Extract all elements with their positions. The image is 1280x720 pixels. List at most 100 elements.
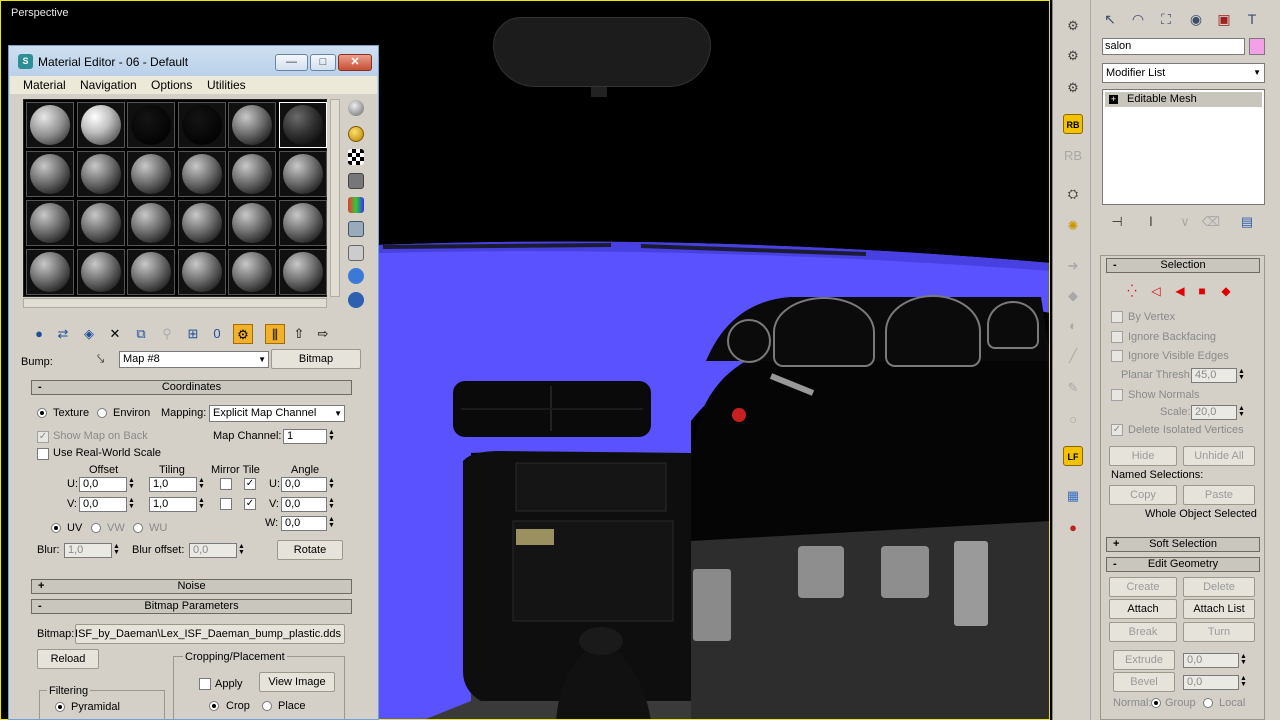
blur-offset-spinner[interactable]: 0,0 ▲ ▼ [189, 543, 245, 558]
edge-icon[interactable]: ◁ [1149, 284, 1163, 298]
close-button[interactable]: ✕ [338, 54, 372, 71]
quick-render-icon[interactable]: ⚙ [1063, 78, 1083, 98]
menu-material[interactable]: Material [23, 78, 66, 92]
show-end-result-icon[interactable]: ǀ [1141, 212, 1161, 232]
local-radio[interactable] [1203, 698, 1213, 708]
spinner-arrows-icon[interactable]: ▲ ▼ [197, 497, 206, 511]
material-sample-slot[interactable] [76, 151, 125, 197]
material-sample-slot[interactable] [76, 102, 125, 148]
minimize-button[interactable]: — [275, 54, 308, 71]
circle-icon[interactable]: ○ [1063, 410, 1083, 430]
show-end-result-icon[interactable]: ⫼ [265, 324, 285, 344]
stack-item-editable-mesh[interactable]: + Editable Mesh [1105, 92, 1262, 107]
spinner-arrows-icon[interactable]: ▲ ▼ [112, 543, 121, 557]
mapping-dropdown[interactable]: Explicit Map Channel ▼ [209, 405, 345, 422]
extrude-button[interactable]: Extrude [1113, 650, 1175, 670]
go-to-parent-icon[interactable]: ⇧ [289, 324, 309, 344]
vw-radio[interactable] [91, 523, 101, 533]
material-sample-slot[interactable] [278, 102, 327, 148]
render-icon[interactable]: ⚙ [1063, 16, 1083, 36]
configure-modifier-sets-icon[interactable]: ▤ [1237, 212, 1257, 232]
crop-radio[interactable] [209, 701, 219, 711]
show-map-in-viewport-icon[interactable]: ⚙ [233, 324, 253, 344]
u-angle-spinner[interactable]: 0,0 ▲ ▼ [281, 477, 335, 492]
v-tiling-spinner[interactable]: 1,0 ▲ ▼ [149, 497, 205, 512]
sphere-icon[interactable]: ● [1063, 518, 1083, 538]
ignore-visible-edges-checkbox[interactable] [1111, 350, 1123, 362]
face-icon[interactable]: ◀ [1173, 284, 1187, 298]
rotate-button[interactable]: Rotate [277, 540, 343, 560]
object-color-swatch[interactable] [1249, 38, 1265, 55]
utilities-tab-icon[interactable]: T [1241, 9, 1263, 29]
spinner-arrows-icon[interactable]: ▲ ▼ [327, 477, 336, 491]
line-icon[interactable]: ╱ [1063, 346, 1083, 366]
material-id-icon[interactable]: 0 [207, 324, 227, 344]
object-name-field[interactable]: salon [1102, 38, 1245, 55]
environ-radio[interactable] [97, 408, 107, 418]
material-sample-slot[interactable] [278, 151, 327, 197]
material-sample-slot[interactable] [228, 200, 276, 246]
maximize-button[interactable]: □ [310, 54, 336, 71]
material-sample-slot[interactable] [228, 151, 276, 197]
u-offset-spinner[interactable]: 0,0 ▲ ▼ [79, 477, 135, 492]
map-channel-spinner[interactable]: 1 ▲ ▼ [283, 429, 335, 444]
bitmap-path-button[interactable]: exISF_by_Daeman\Lex_ISF_Daeman_bump_plas… [75, 624, 345, 644]
reset-map-icon[interactable]: ✕ [105, 324, 125, 344]
options-icon[interactable] [348, 245, 364, 261]
grid-icon[interactable]: ▦ [1063, 486, 1083, 506]
material-sample-slot[interactable] [278, 200, 327, 246]
spinner-arrows-icon[interactable]: ▲ ▼ [1237, 405, 1246, 419]
scale-spinner[interactable]: 20,0 ▲ ▼ [1191, 405, 1245, 420]
spinner-arrows-icon[interactable]: ▲ ▼ [327, 429, 336, 443]
make-preview-icon[interactable] [348, 221, 364, 237]
map-name-dropdown[interactable]: Map #8 ▼ [119, 351, 269, 368]
material-sample-slot[interactable] [278, 249, 327, 295]
paste-button[interactable]: Paste [1183, 485, 1255, 505]
put-to-library-icon[interactable]: ⊞ [183, 324, 203, 344]
texture-radio[interactable] [37, 408, 47, 418]
modify-tab-icon[interactable]: ◠ [1127, 9, 1149, 29]
apply-checkbox[interactable] [199, 678, 211, 690]
motion-tab-icon[interactable]: ◉ [1185, 9, 1207, 29]
modifier-list-dropdown[interactable]: Modifier List ▼ [1102, 63, 1265, 83]
bitmap-params-rollout-header[interactable]: - Bitmap Parameters [31, 599, 352, 614]
spinner-arrows-icon[interactable]: ▲ ▼ [127, 477, 136, 491]
place-radio[interactable] [262, 701, 272, 711]
create-tab-icon[interactable]: ↖ [1099, 9, 1121, 29]
noise-rollout-header[interactable]: + Noise [31, 579, 352, 594]
spinner-arrows-icon[interactable]: ▲ ▼ [127, 497, 136, 511]
copy-button[interactable]: Copy [1109, 485, 1177, 505]
make-unique-icon[interactable]: ⚲ [157, 324, 177, 344]
selection-rollout-header[interactable]: - Selection [1106, 258, 1260, 273]
mirror-icon[interactable]: ◐ [1063, 316, 1083, 336]
v-angle-spinner[interactable]: 0,0 ▲ ▼ [281, 497, 335, 512]
v-tile-checkbox[interactable]: ✓ [244, 498, 256, 510]
pyramidal-radio[interactable] [55, 702, 65, 712]
spinner-arrows-icon[interactable]: ▲ ▼ [197, 477, 206, 491]
backlight-icon[interactable] [348, 126, 364, 142]
edit-geometry-rollout-header[interactable]: - Edit Geometry [1106, 557, 1260, 572]
make-copy-icon[interactable]: ⧉ [131, 324, 151, 344]
rb-button-1[interactable]: RB [1063, 114, 1083, 134]
show-normals-checkbox[interactable] [1111, 389, 1123, 401]
material-sample-slot[interactable] [26, 102, 74, 148]
menu-utilities[interactable]: Utilities [207, 78, 246, 92]
video-color-check-icon[interactable] [348, 197, 364, 213]
hide-button[interactable]: Hide [1109, 446, 1177, 466]
hierarchy-tab-icon[interactable]: ⛶ [1155, 9, 1177, 29]
material-sample-slot[interactable] [177, 200, 226, 246]
break-button[interactable]: Break [1109, 622, 1177, 642]
pin-stack-icon[interactable]: ⊣ [1107, 212, 1127, 232]
show-map-on-back-checkbox[interactable]: ✓ [37, 431, 49, 443]
u-tiling-spinner[interactable]: 1,0 ▲ ▼ [149, 477, 205, 492]
globe-icon[interactable]: ✺ [1063, 216, 1083, 236]
assign-material-icon[interactable]: ◈ [79, 324, 99, 344]
material-map-navigator-icon[interactable] [348, 292, 364, 308]
material-sample-slot[interactable] [76, 249, 125, 295]
delete-button[interactable]: Delete [1183, 577, 1255, 597]
rb-button-2[interactable]: RB [1063, 146, 1083, 166]
v-mirror-checkbox[interactable] [220, 498, 232, 510]
spinner-arrows-icon[interactable]: ▲ ▼ [327, 497, 336, 511]
render-setup-icon[interactable]: ⚙ [1063, 46, 1083, 66]
menu-options[interactable]: Options [151, 78, 192, 92]
